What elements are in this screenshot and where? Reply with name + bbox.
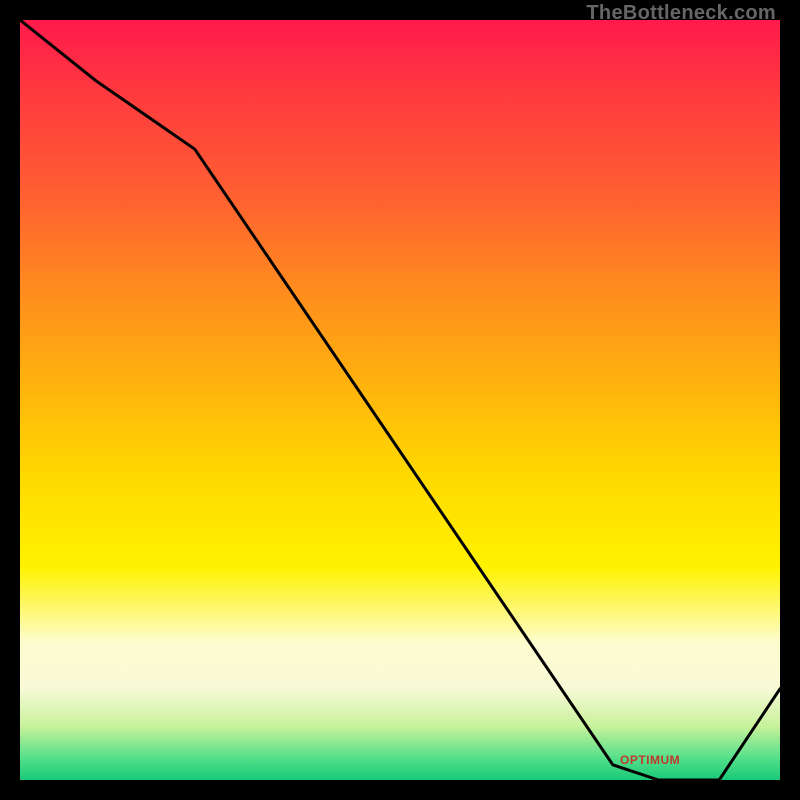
watermark-text: TheBottleneck.com (586, 2, 776, 25)
bottleneck-curve (20, 20, 780, 780)
optimum-label: OPTIMUM (620, 753, 680, 767)
chart-plot-area: OPTIMUM (20, 20, 780, 780)
